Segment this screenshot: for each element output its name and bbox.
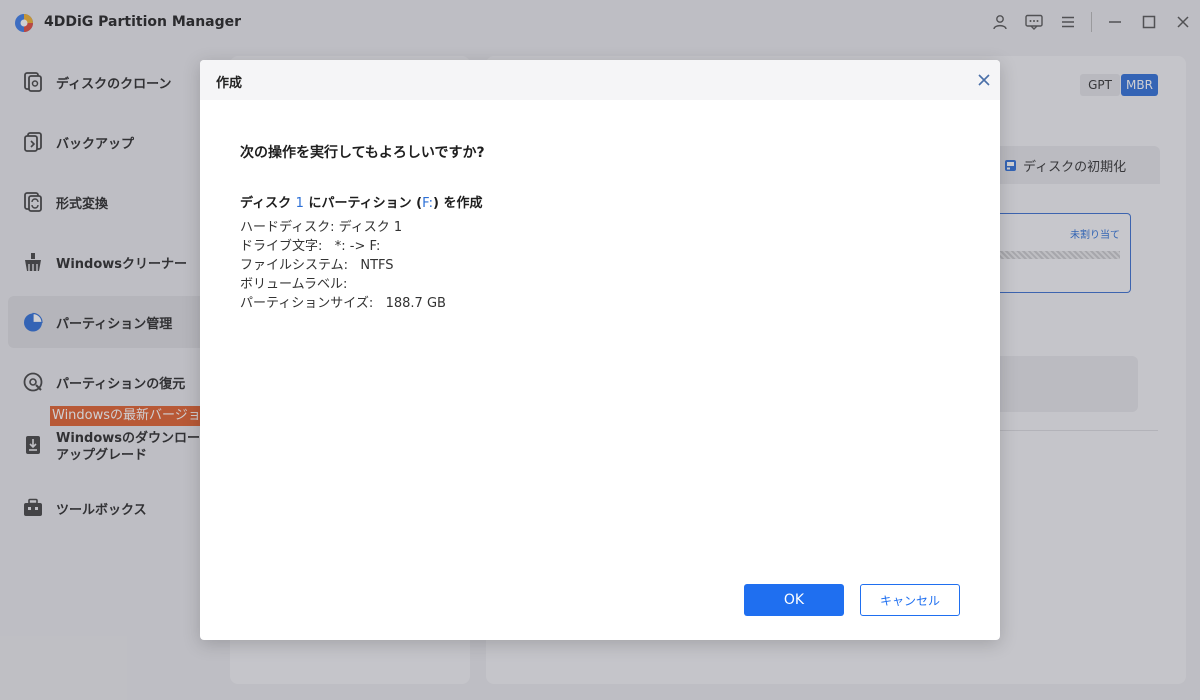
detail-partition-size: パーティションサイズ: 188.7 GB <box>240 296 446 311</box>
dialog-title: 作成 <box>216 76 243 91</box>
dialog-header: 作成 <box>200 60 1000 100</box>
detail-volume-label: ボリュームラベル: <box>240 277 348 292</box>
detail-drive-letter: ドライブ文字: *: -> F: <box>240 239 381 254</box>
cancel-button[interactable]: キャンセル <box>860 584 960 616</box>
detail-hard-disk: ハードディスク: ディスク 1 <box>240 220 403 235</box>
drive-letter: F: <box>422 196 433 211</box>
operation-details: ハードディスク: ディスク 1 ドライブ文字: *: -> F: ファイルシステ… <box>240 218 446 313</box>
disk-number: 1 <box>295 196 304 211</box>
operation-summary: ディスク 1 にパーティション (F:) を作成 <box>240 192 482 211</box>
confirm-question: 次の操作を実行してもよろしいですか? <box>240 145 485 161</box>
operation-prefix: ディスク <box>240 196 292 211</box>
ok-button[interactable]: OK <box>744 584 844 616</box>
detail-file-system: ファイルシステム: NTFS <box>240 258 394 273</box>
operation-suffix: ) を作成 <box>432 196 483 211</box>
create-partition-dialog: 作成 次の操作を実行してもよろしいですか? ディスク 1 にパーティション (F… <box>200 60 1000 640</box>
operation-middle: にパーティション ( <box>308 196 423 211</box>
dialog-close-icon[interactable] <box>976 72 992 88</box>
